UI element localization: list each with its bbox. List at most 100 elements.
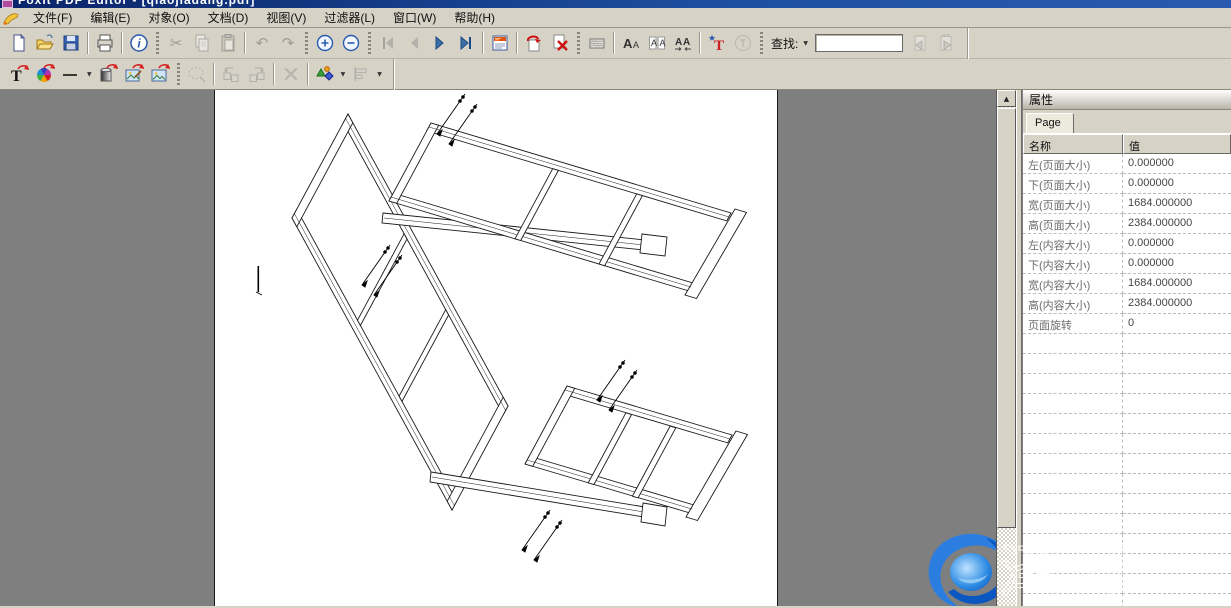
property-value-cell[interactable] <box>1123 374 1231 394</box>
menu-object[interactable]: 对象(O) <box>139 7 198 28</box>
property-value-cell[interactable] <box>1123 354 1231 374</box>
previous-page-button[interactable] <box>401 30 427 56</box>
text-mode-button[interactable]: T <box>730 30 756 56</box>
tab-page[interactable]: Page <box>1026 113 1074 133</box>
copy-button[interactable] <box>189 30 215 56</box>
toolbar-grip[interactable] <box>760 32 763 54</box>
page-layout-button[interactable] <box>487 30 513 56</box>
redo-button[interactable]: ↷ <box>275 30 301 56</box>
menu-document[interactable]: 文档(D) <box>199 7 258 28</box>
insert-shape-button[interactable] <box>312 61 338 87</box>
find-next-button[interactable] <box>933 30 959 56</box>
property-value-cell[interactable] <box>1123 434 1231 454</box>
property-value-cell[interactable] <box>1123 494 1231 514</box>
property-value-cell[interactable]: 1684.000000 <box>1123 194 1231 214</box>
property-value-cell[interactable]: 2384.000000 <box>1123 294 1231 314</box>
property-row[interactable] <box>1023 394 1231 414</box>
menu-filter[interactable]: 过滤器(L) <box>315 7 384 28</box>
menu-window[interactable]: 窗口(W) <box>384 7 445 28</box>
property-row[interactable]: 宽(内容大小)1684.000000 <box>1023 274 1231 294</box>
align-dropdown[interactable]: ▼ <box>374 63 385 85</box>
save-button[interactable] <box>58 30 84 56</box>
property-row[interactable]: 下(内容大小)0.000000 <box>1023 254 1231 274</box>
property-row[interactable] <box>1023 474 1231 494</box>
property-value-cell[interactable] <box>1123 474 1231 494</box>
font-size-button[interactable]: A A <box>618 30 644 56</box>
align-objects-button[interactable] <box>348 61 374 87</box>
new-document-button[interactable] <box>6 30 32 56</box>
property-row[interactable] <box>1023 334 1231 354</box>
property-row[interactable]: 宽(页面大小)1684.000000 <box>1023 194 1231 214</box>
property-row[interactable] <box>1023 494 1231 514</box>
property-value-cell[interactable] <box>1123 414 1231 434</box>
virtual-keyboard-button[interactable] <box>584 30 610 56</box>
add-color-button[interactable] <box>32 61 58 87</box>
property-row[interactable]: 左(页面大小)0.000000 <box>1023 154 1231 174</box>
toolbar-grip[interactable] <box>305 32 308 54</box>
rotate-page-button[interactable] <box>521 30 547 56</box>
open-file-button[interactable] <box>32 30 58 56</box>
property-value-cell[interactable] <box>1123 534 1231 554</box>
line-style-dropdown[interactable]: ▼ <box>84 63 95 85</box>
property-row[interactable] <box>1023 574 1231 594</box>
property-row[interactable]: 高(页面大小)2384.000000 <box>1023 214 1231 234</box>
undo-button[interactable]: ↶ <box>249 30 275 56</box>
char-spacing-button[interactable]: A A <box>670 30 696 56</box>
document-page[interactable] <box>214 90 778 606</box>
find-options-dropdown[interactable]: ▼ <box>800 32 811 54</box>
toolbar-grip[interactable] <box>577 32 580 54</box>
toolbar-grip[interactable] <box>156 32 159 54</box>
property-value-cell[interactable]: 0.000000 <box>1123 174 1231 194</box>
property-value-cell[interactable] <box>1123 574 1231 594</box>
property-row[interactable]: 左(内容大小)0.000000 <box>1023 234 1231 254</box>
property-row[interactable] <box>1023 554 1231 574</box>
column-header-name[interactable]: 名称 <box>1023 134 1123 154</box>
document-canvas[interactable] <box>0 90 996 606</box>
paste-button[interactable] <box>215 30 241 56</box>
delete-page-button[interactable] <box>547 30 573 56</box>
property-value-cell[interactable]: 0.000000 <box>1123 254 1231 274</box>
property-value-cell[interactable]: 0 <box>1123 314 1231 334</box>
menu-edit[interactable]: 编辑(E) <box>81 7 139 28</box>
property-row[interactable]: 页面旋转0 <box>1023 314 1231 334</box>
select-object-button[interactable] <box>184 61 210 87</box>
property-value-cell[interactable]: 1684.000000 <box>1123 274 1231 294</box>
property-row[interactable] <box>1023 374 1231 394</box>
find-input[interactable] <box>815 34 903 52</box>
print-button[interactable] <box>92 30 118 56</box>
property-value-cell[interactable]: 2384.000000 <box>1123 214 1231 234</box>
insert-text-object-button[interactable]: T <box>704 30 730 56</box>
property-row[interactable] <box>1023 454 1231 474</box>
document-info-button[interactable]: i <box>126 30 152 56</box>
add-line-button[interactable] <box>58 61 84 87</box>
property-value-cell[interactable] <box>1123 334 1231 354</box>
property-row[interactable] <box>1023 434 1231 454</box>
delete-object-button[interactable] <box>278 61 304 87</box>
vertical-scrollbar[interactable]: ▲ <box>996 90 1016 606</box>
property-row[interactable] <box>1023 354 1231 374</box>
property-value-cell[interactable] <box>1123 394 1231 414</box>
zoom-out-button[interactable] <box>338 30 364 56</box>
property-row[interactable]: 高(内容大小)2384.000000 <box>1023 294 1231 314</box>
property-row[interactable] <box>1023 414 1231 434</box>
property-row[interactable] <box>1023 594 1231 606</box>
menu-view[interactable]: 视图(V) <box>257 7 315 28</box>
cut-button[interactable]: ✂ <box>163 30 189 56</box>
property-value-cell[interactable]: 0.000000 <box>1123 154 1231 174</box>
bring-forward-button[interactable] <box>244 61 270 87</box>
column-header-value[interactable]: 值 <box>1123 134 1231 154</box>
property-row[interactable]: 下(页面大小)0.000000 <box>1023 174 1231 194</box>
property-value-cell[interactable] <box>1123 554 1231 574</box>
menu-file[interactable]: 文件(F) <box>24 7 81 28</box>
add-text-button[interactable]: T <box>6 61 32 87</box>
menu-help[interactable]: 帮助(H) <box>445 7 504 28</box>
edit-image-button[interactable] <box>121 61 147 87</box>
property-value-cell[interactable] <box>1123 594 1231 606</box>
add-shading-button[interactable] <box>95 61 121 87</box>
scrollbar-thumb[interactable] <box>997 108 1016 528</box>
zoom-in-button[interactable] <box>312 30 338 56</box>
last-page-button[interactable] <box>453 30 479 56</box>
shape-dropdown[interactable]: ▼ <box>338 63 349 85</box>
property-row[interactable] <box>1023 534 1231 554</box>
add-image-button[interactable] <box>147 61 173 87</box>
